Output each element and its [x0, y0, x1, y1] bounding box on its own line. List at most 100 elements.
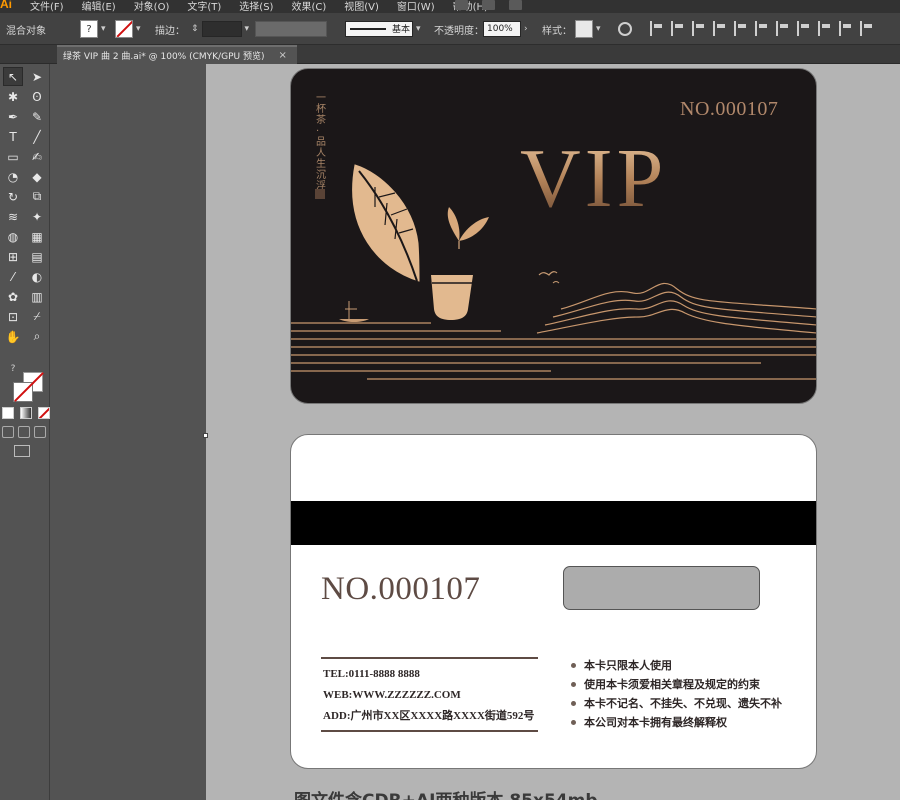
symbol-sprayer-tool-icon[interactable]: ✿	[3, 287, 23, 306]
stock-icon[interactable]	[482, 0, 495, 10]
list-item: 本卡不记名、不挂失、不兑现、遗失不补	[571, 694, 811, 713]
color-mode-buttons	[2, 407, 50, 419]
magic-wand-tool-icon[interactable]: ✱	[3, 87, 23, 106]
chevron-down-icon[interactable]: ▾	[136, 24, 141, 34]
direct-selection-tool-icon[interactable]: ➤	[27, 67, 47, 86]
menu-type[interactable]: 文字(T)	[187, 0, 221, 13]
hand-tool-icon[interactable]: ✋	[3, 327, 23, 346]
caption-text: 图文件含CDR+AI两种版本 85x54mb	[294, 786, 598, 800]
variable-width-profile[interactable]	[255, 13, 327, 45]
selection-type-label: 混合对象	[6, 25, 46, 37]
graphic-style-swatch[interactable]	[575, 20, 593, 38]
artboard-tool-icon[interactable]: ⊡	[3, 307, 23, 326]
fill-swatch[interactable]	[13, 382, 33, 402]
tea-leaf-graphic	[352, 164, 420, 282]
boat-mast	[345, 301, 357, 319]
fill-swatch[interactable]: ?	[80, 20, 98, 38]
tools-panel: ↖ ➤ ✱ ʘ ✒ ✎ T ╱ ▭ ✍ ◔ ◆ ↻ ⧉ ≋ ✦ ◍ ▦ ⊞ ▤ …	[0, 64, 50, 800]
align-top-icon[interactable]	[713, 21, 726, 36]
color-button[interactable]	[2, 407, 14, 419]
line-tool-icon[interactable]: ╱	[27, 127, 47, 146]
vip-card-front[interactable]: 一杯茶·品人生沉浮 NO.000107 VIP	[290, 68, 817, 404]
chevron-down-icon[interactable]: ▾	[596, 24, 601, 34]
menu-edit[interactable]: 编辑(E)	[82, 0, 116, 13]
type-tool-icon[interactable]: T	[3, 127, 23, 146]
chevron-down-icon[interactable]: ▾	[245, 24, 250, 34]
column-graph-tool-icon[interactable]: ▥	[27, 287, 47, 306]
slice-tool-icon[interactable]: ⌿	[27, 307, 47, 326]
stroke-weight-field[interactable]: ⇕ ▾	[188, 13, 249, 45]
scale-tool-icon[interactable]: ⧉	[27, 187, 47, 206]
gradient-tool-icon[interactable]: ▤	[27, 247, 47, 266]
opacity-field[interactable]: 100% ›	[483, 13, 528, 45]
distribute-middle-icon[interactable]	[797, 21, 810, 36]
distribute-top-icon[interactable]	[776, 21, 789, 36]
menu-select[interactable]: 选择(S)	[239, 0, 273, 13]
rotate-tool-icon[interactable]: ↻	[3, 187, 23, 206]
app-logo: Ai	[0, 0, 12, 11]
stepper-icon[interactable]: ⇕	[191, 24, 199, 34]
menu-view[interactable]: 视图(V)	[344, 0, 379, 13]
opacity-label: 不透明度：	[434, 25, 484, 37]
mesh-tool-icon[interactable]: ⊞	[3, 247, 23, 266]
brush-definition[interactable]: 基本 ▾	[345, 13, 421, 45]
menu-file[interactable]: 文件(F)	[30, 0, 64, 13]
menu-object[interactable]: 对象(O)	[134, 0, 170, 13]
stroke-swatch[interactable]	[115, 20, 133, 38]
shaper-tool-icon[interactable]: ◔	[3, 167, 23, 186]
screen-mode-icon[interactable]	[14, 445, 30, 457]
contact-tel: TEL:0111-8888 8888	[323, 668, 420, 680]
menu-window[interactable]: 窗口(W)	[397, 0, 435, 13]
card-rules-list: 本卡只限本人使用 使用本卡须爱相关章程及规定的约束 本卡不记名、不挂失、不兑现、…	[571, 656, 811, 732]
draw-normal-icon[interactable]	[2, 426, 14, 438]
document-tab[interactable]: 绿茶 VIP 曲 2 曲.ai* @ 100% (CMYK/GPU 预览) ×	[57, 45, 297, 64]
align-right-icon[interactable]	[692, 21, 705, 36]
curvature-tool-icon[interactable]: ✎	[27, 107, 47, 126]
align-middle-icon[interactable]	[734, 21, 747, 36]
selection-tool-icon[interactable]: ↖	[3, 67, 23, 86]
distribute-left-icon[interactable]	[839, 21, 852, 36]
bridge-icon[interactable]	[455, 0, 468, 10]
fill-swatch-control[interactable]: ? ▾	[80, 13, 106, 45]
recolor-artwork-icon[interactable]	[618, 13, 632, 45]
distribute-center-icon[interactable]	[860, 21, 873, 36]
menu-bar-icons	[455, 0, 522, 10]
align-controls	[650, 21, 873, 36]
draw-behind-icon[interactable]	[18, 426, 30, 438]
draw-inside-icon[interactable]	[34, 426, 46, 438]
teacup-graphic	[431, 275, 473, 320]
eyedropper-tool-icon[interactable]: ⁄	[3, 267, 23, 286]
eraser-tool-icon[interactable]: ◆	[27, 167, 47, 186]
artboard[interactable]: 一杯茶·品人生沉浮 NO.000107 VIP NO.000107 TEL:01…	[203, 64, 900, 800]
close-icon[interactable]: ×	[278, 50, 286, 61]
paintbrush-tool-icon[interactable]: ✍	[27, 147, 47, 166]
chevron-down-icon[interactable]: ▾	[416, 24, 421, 34]
puppet-warp-tool-icon[interactable]: ✦	[27, 207, 47, 226]
lasso-tool-icon[interactable]: ʘ	[27, 87, 47, 106]
rectangle-tool-icon[interactable]: ▭	[3, 147, 23, 166]
align-left-icon[interactable]	[650, 21, 663, 36]
gradient-button[interactable]	[20, 407, 32, 419]
align-bottom-icon[interactable]	[755, 21, 768, 36]
vip-card-back[interactable]: NO.000107 TEL:0111-8888 8888 WEB:WWW.ZZZ…	[290, 434, 817, 769]
workspace-layout-icon[interactable]	[509, 0, 522, 10]
perspective-grid-tool-icon[interactable]: ▦	[27, 227, 47, 246]
none-button[interactable]	[38, 407, 50, 419]
distribute-bottom-icon[interactable]	[818, 21, 831, 36]
shape-builder-tool-icon[interactable]: ◍	[3, 227, 23, 246]
chevron-right-icon[interactable]: ›	[524, 24, 528, 34]
pen-tool-icon[interactable]: ✒	[3, 107, 23, 126]
chevron-down-icon[interactable]: ▾	[101, 24, 106, 34]
fill-stroke-control[interactable]	[11, 372, 43, 404]
bird-graphic	[538, 271, 558, 276]
width-tool-icon[interactable]: ≋	[3, 207, 23, 226]
selection-handle[interactable]	[203, 433, 208, 438]
graphic-style-control[interactable]: ▾	[575, 13, 601, 45]
blend-tool-icon[interactable]: ◐	[27, 267, 47, 286]
align-center-icon[interactable]	[671, 21, 684, 36]
menu-effect[interactable]: 效果(C)	[291, 0, 326, 13]
contact-block: TEL:0111-8888 8888 WEB:WWW.ZZZZZZ.COM AD…	[321, 657, 538, 732]
stroke-swatch-control[interactable]: ▾	[115, 13, 141, 45]
zoom-tool-icon[interactable]: ⌕	[27, 327, 47, 346]
card-number: NO.000107	[321, 571, 481, 607]
